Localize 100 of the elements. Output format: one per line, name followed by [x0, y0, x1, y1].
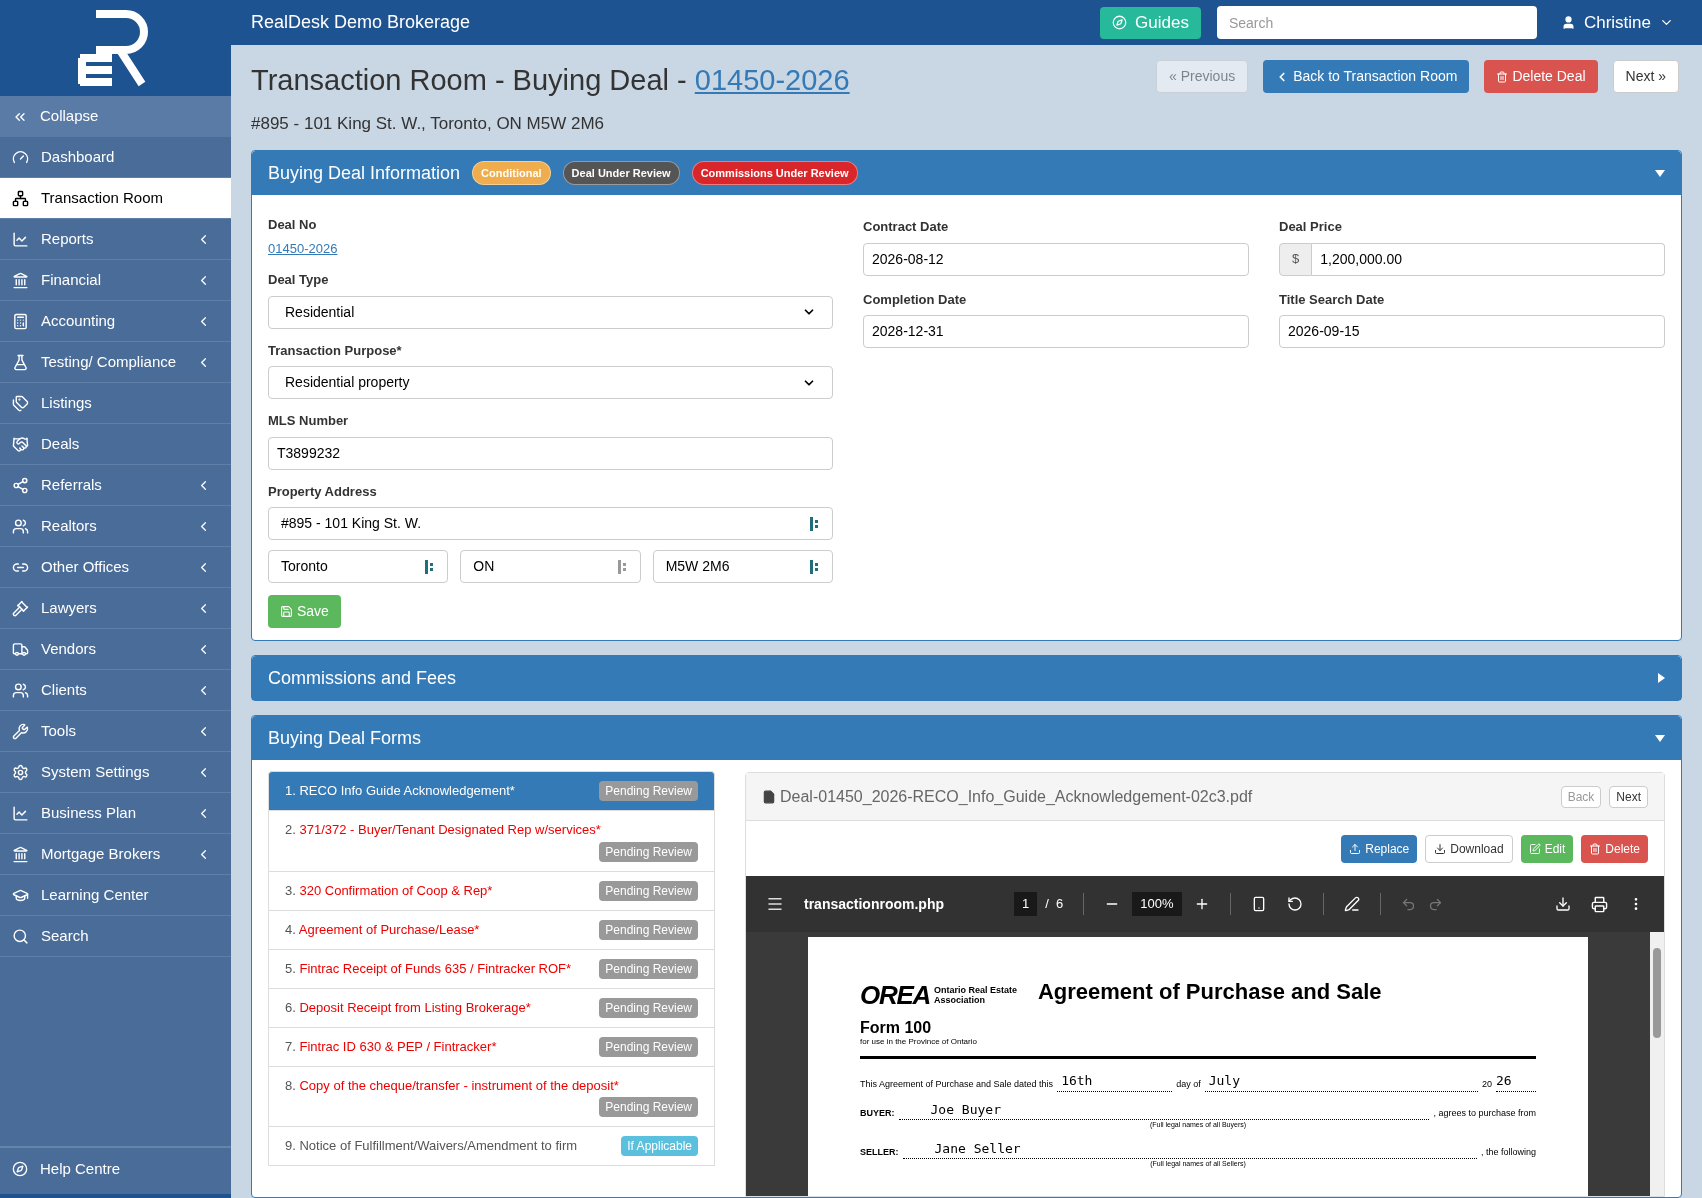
fill-in-line: 26 [1496, 1071, 1536, 1092]
document-title: Agreement of Purchase and Sale [1037, 978, 1382, 1006]
sidebar-item[interactable]: Transaction Room [0, 178, 231, 219]
purpose-select[interactable]: Residential property [268, 366, 833, 399]
zoom-level-field[interactable]: 100% [1132, 892, 1182, 916]
line-chart-icon [12, 230, 29, 248]
sidebar-item[interactable]: Listings [0, 383, 231, 424]
sidebar-item[interactable]: Clients [0, 670, 231, 711]
undo-icon[interactable] [1400, 896, 1416, 912]
document-text: day of [1176, 1078, 1201, 1091]
page-title: Transaction Room - Buying Deal - 01450-2026 [251, 63, 851, 98]
annotate-icon[interactable] [1343, 896, 1360, 912]
status-badge: Pending Review [599, 919, 698, 940]
download-icon[interactable] [1555, 896, 1571, 912]
nav-button[interactable]: Next » [1612, 60, 1679, 93]
sidebar-item[interactable]: Search [0, 916, 231, 957]
fill-in-line: 16th [1057, 1071, 1173, 1092]
form-list-item[interactable]: 7. Fintrac ID 630 & PEP / Fintracker* Pending Review [268, 1026, 715, 1067]
sidebar-item[interactable]: Reports [0, 219, 231, 260]
settings-icon [12, 763, 29, 781]
nav-button[interactable]: Delete Deal [1484, 60, 1598, 93]
sidebar-item[interactable]: Testing/ Compliance [0, 342, 231, 383]
user-icon [1560, 15, 1576, 30]
form-title: 6. Deposit Receipt from Listing Brokerage* [285, 998, 531, 1017]
action-button[interactable]: Delete [1581, 834, 1648, 863]
panel-title: Buying Deal Forms [268, 726, 422, 750]
sidebar-item[interactable]: Financial [0, 260, 231, 301]
form-list-item[interactable]: 3. 320 Confirmation of Coop & Rep* Pending Review [268, 870, 715, 911]
orea-logo: OREA [860, 982, 930, 1008]
trash-icon [1496, 70, 1509, 83]
redo-icon[interactable] [1427, 896, 1443, 912]
locate-icon [810, 559, 820, 574]
collapse-button[interactable]: Collapse [0, 96, 231, 137]
panel-title: Commissions and Fees [268, 666, 457, 690]
sidebar-item[interactable]: Realtors [0, 506, 231, 547]
sidebar-item[interactable]: Accounting [0, 301, 231, 342]
sidebar-item[interactable]: Vendors [0, 629, 231, 670]
users-icon [12, 517, 29, 535]
sidebar-item[interactable]: System Settings [0, 752, 231, 793]
address-field[interactable]: Toronto [268, 550, 449, 583]
address-field[interactable]: #895 - 101 King St. W. [268, 507, 833, 540]
form-title: 5. Fintrac Receipt of Funds 635 / Fintracker ROF* [285, 959, 572, 978]
pager-button[interactable]: Next [1609, 785, 1648, 808]
rotate-icon[interactable] [1286, 896, 1303, 912]
locate-icon [425, 559, 436, 574]
form-list-item[interactable]: 5. Fintrac Receipt of Funds 635 / Fintracker ROF* Pending Review [268, 948, 715, 989]
status-badge: If Applicable [621, 1136, 698, 1156]
form-list-item[interactable]: 4. Agreement of Purchase/Lease* Pending Review [268, 909, 715, 950]
gauge-icon [12, 148, 29, 166]
sidebar-item[interactable]: Deals [0, 424, 231, 465]
deal-link[interactable]: 01450-2026 [694, 64, 850, 96]
form-list-item[interactable]: 8. Copy of the cheque/transfer - instrument of the deposit* Pending Review [268, 1065, 715, 1127]
sidebar-item[interactable]: Lawyers [0, 588, 231, 629]
sidebar-item[interactable]: Other Offices [0, 547, 231, 588]
price-field[interactable]: 1,200,000.00 [1312, 242, 1665, 276]
user-menu[interactable]: Christine [1560, 9, 1674, 36]
deal-type-select[interactable]: Residential [268, 295, 833, 329]
download-icon [1434, 842, 1447, 855]
status-badge: Commissions Under Review [691, 160, 858, 186]
mls-field[interactable]: T3899232 [268, 436, 833, 470]
form-title: 7. Fintrac ID 630 & PEP / Fintracker* [285, 1037, 497, 1056]
nav-button[interactable]: Back to Transaction Room [1263, 60, 1470, 93]
compass-icon [1112, 15, 1128, 30]
form-list-item[interactable]: 2. 371/372 - Buyer/Tenant Designated Rep w/services* Pending Review [268, 810, 715, 872]
form-title: 1. RECO Info Guide Acknowledgement* [285, 782, 515, 800]
help-centre-link[interactable]: Help Centre [0, 1146, 231, 1190]
action-button[interactable]: Replace [1341, 834, 1418, 863]
date-field[interactable]: 2026-08-12 [863, 242, 1249, 276]
page-number-field[interactable]: 1 [1014, 892, 1038, 916]
gavel-icon [12, 599, 29, 617]
compass-icon [12, 1161, 28, 1177]
form-title: 4. Agreement of Purchase/Lease* [285, 920, 480, 939]
address-field[interactable]: M5W 2M6 [652, 550, 833, 583]
form-title: 8. Copy of the cheque/transfer - instrument of the deposit* [285, 1076, 619, 1095]
date-field[interactable]: 2028-12-31 [863, 315, 1249, 348]
form-list-item[interactable]: 1. RECO Info Guide Acknowledgement* Pending Review [268, 771, 715, 811]
menu-icon[interactable] [766, 895, 784, 913]
sidebar-item[interactable]: Business Plan [0, 793, 231, 834]
sidebar-item[interactable]: Mortgage Brokers [0, 834, 231, 875]
print-icon[interactable] [1591, 895, 1608, 913]
share-icon [12, 476, 29, 494]
document-text: , agrees to purchase from [1433, 1106, 1536, 1120]
field-label: Title Search Date [1279, 290, 1386, 309]
field-label: Transaction Purpose* [268, 341, 403, 360]
status-badge: Pending Review [599, 997, 698, 1018]
form-list-item[interactable]: 6. Deposit Receipt from Listing Brokerage* Pending Review [268, 987, 715, 1028]
search-icon [12, 927, 29, 945]
action-button[interactable]: Download [1425, 834, 1513, 863]
sidebar-item[interactable]: Tools [0, 711, 231, 752]
status-badge: Pending Review [599, 880, 698, 901]
status-badge: Pending Review [599, 841, 698, 862]
search-field[interactable]: Search [1216, 6, 1537, 39]
deal-number-link[interactable]: 01450-2026 [268, 238, 338, 258]
form-list-item[interactable]: 9. Notice of Fulfillment/Waivers/Amendment to firm If Applicable [268, 1126, 715, 1166]
truck-icon [12, 640, 29, 658]
sidebar-item[interactable]: Learning Center [0, 875, 231, 916]
field-label: MLS Number [268, 412, 350, 430]
date-field[interactable]: 2026-09-15 [1279, 315, 1665, 348]
sidebar-item[interactable]: Referrals [0, 465, 231, 506]
address-field[interactable]: ON [460, 550, 641, 583]
